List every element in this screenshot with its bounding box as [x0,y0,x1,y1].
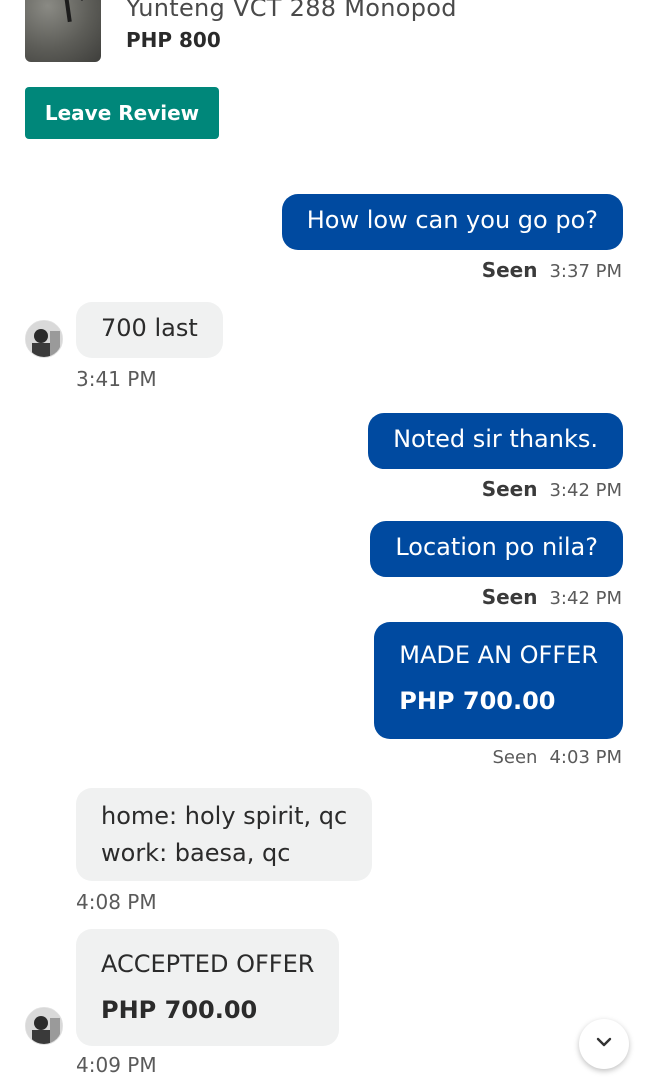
user-avatar[interactable] [25,320,63,358]
offer-title: MADE AN OFFER [399,641,598,669]
chevron-down-icon [594,1032,614,1056]
message-time: 3:37 PM [549,261,622,282]
seen-status: Seen [481,585,538,609]
offer-amount: PHP 700.00 [399,687,556,715]
message-time: 4:09 PM [76,1053,157,1077]
offer-amount: PHP 700.00 [101,996,258,1024]
user-avatar[interactable] [25,1007,63,1045]
message-meta: Seen 3:42 PM [482,585,622,609]
offer-title: ACCEPTED OFFER [101,950,315,978]
message-text: 700 last [101,314,198,342]
message-line: home: holy spirit, qc [101,802,348,830]
message-bubble-outgoing[interactable]: Location po nila? [370,521,623,577]
offer-bubble-incoming[interactable]: ACCEPTED OFFER PHP 700.00 [76,929,340,1046]
seen-status: Seen [492,747,538,768]
seen-status: Seen [481,258,538,282]
product-price: PHP 800 [126,28,221,52]
message-time: 4:08 PM [76,890,157,914]
message-time: 3:42 PM [549,588,622,609]
seen-status: Seen [481,477,538,501]
message-meta: Seen 3:37 PM [482,258,622,282]
message-time: 3:42 PM [549,480,622,501]
scroll-down-button[interactable] [579,1019,629,1069]
message-bubble-incoming[interactable]: 700 last [76,302,223,358]
message-bubble-incoming[interactable]: home: holy spirit, qc work: baesa, qc [76,788,373,881]
message-text: Noted sir thanks. [393,425,598,453]
message-time: 4:03 PM [549,747,622,768]
message-text: How low can you go po? [306,206,598,234]
product-thumbnail[interactable] [25,0,101,62]
message-meta: Seen 4:03 PM [492,747,622,768]
message-time: 3:41 PM [76,367,157,391]
message-bubble-outgoing[interactable]: Noted sir thanks. [368,413,623,469]
message-bubble-outgoing[interactable]: How low can you go po? [281,194,623,250]
product-title[interactable]: Yunteng VCT 288 Monopod [126,0,457,22]
message-text: Location po nila? [395,533,598,561]
message-meta: Seen 3:42 PM [482,477,622,501]
offer-bubble-outgoing[interactable]: MADE AN OFFER PHP 700.00 [374,622,623,739]
leave-review-button[interactable]: Leave Review [25,87,219,139]
chat-screen: Yunteng VCT 288 Monopod PHP 800 Leave Re… [0,0,648,1080]
message-line: work: baesa, qc [101,839,291,867]
